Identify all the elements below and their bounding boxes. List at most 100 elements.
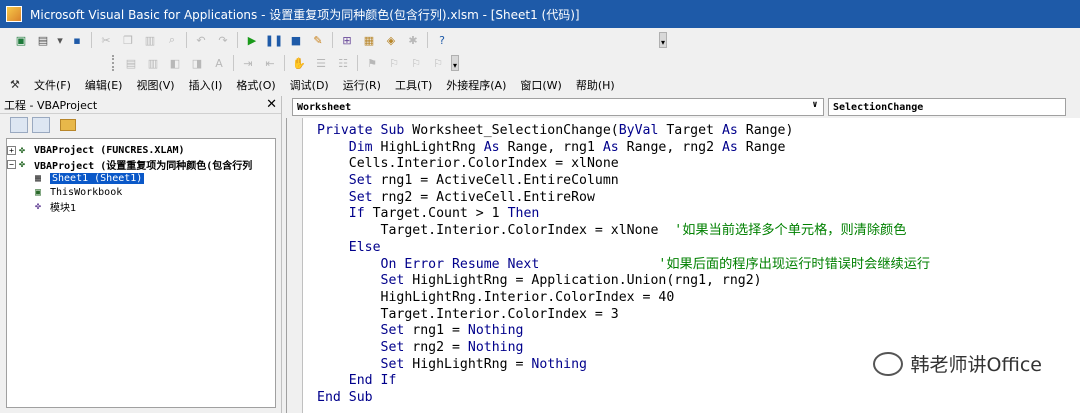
code-token: Range [737, 139, 786, 155]
break-icon[interactable]: ❚❚ [265, 31, 283, 49]
code-line[interactable]: Else [317, 240, 930, 257]
list-properties-icon[interactable]: ▤ [122, 54, 140, 72]
toolbar-overflow-icon[interactable]: ▾ [659, 32, 667, 48]
code-line[interactable]: Target.Interior.ColorIndex = 3 [317, 307, 930, 324]
workbook-icon: ▣ [35, 186, 42, 198]
project-explorer-toolbar [0, 114, 281, 136]
cut-icon[interactable]: ✂ [97, 31, 115, 49]
procedure-dropdown[interactable]: SelectionChange [828, 98, 1066, 116]
menu-edit[interactable]: 编辑(E) [85, 77, 123, 93]
tree-item-thisworkbook[interactable]: ▣ ThisWorkbook [7, 185, 275, 199]
toolbox-icon[interactable]: ✱ [404, 31, 422, 49]
code-line[interactable]: End If [317, 373, 930, 390]
project-explorer: 工程 - VBAProject ✕ + ✤ VBAProject (FUNCRE… [0, 96, 282, 413]
list-constants-icon[interactable]: ▥ [144, 54, 162, 72]
tree-item-module1[interactable]: ✤ 模块1 [7, 199, 275, 214]
wechat-icon [872, 351, 903, 376]
indent-icon[interactable]: ⇥ [239, 54, 257, 72]
code-token: Range) [737, 123, 794, 138]
undo-icon[interactable]: ↶ [192, 31, 210, 49]
design-mode-icon[interactable]: ✎ [309, 31, 327, 49]
menu-debug[interactable]: 调试(D) [290, 77, 329, 93]
code-line[interactable]: Set rng2 = ActiveCell.EntireRow [317, 190, 930, 207]
menu-insert[interactable]: 插入(I) [189, 77, 223, 93]
code-keyword: As [721, 139, 738, 155]
insert-icon[interactable]: ▤ [34, 31, 52, 49]
parameter-info-icon[interactable]: ◨ [188, 54, 206, 72]
clear-bookmarks-icon[interactable]: ⚐ [429, 54, 447, 72]
paste-icon[interactable]: ▥ [141, 31, 159, 49]
quick-info-icon[interactable]: ◧ [166, 54, 184, 72]
next-bookmark-icon[interactable]: ⚐ [385, 54, 403, 72]
menu-tools[interactable]: 工具(T) [395, 77, 432, 93]
tree-item-current-project[interactable]: − ✤ VBAProject (设置重复项为同种颜色(包含行列 [7, 157, 275, 171]
uncomment-block-icon[interactable]: ☷ [334, 54, 352, 72]
code-token: rng1 = [404, 323, 468, 339]
code-line[interactable]: Private Sub Worksheet_SelectionChange(By… [317, 123, 930, 140]
view-code-icon[interactable] [10, 117, 28, 133]
excel-icon[interactable]: ▣ [12, 31, 30, 49]
toggle-bookmark-icon[interactable]: ⚑ [363, 54, 381, 72]
menu-run[interactable]: 运行(R) [343, 77, 381, 93]
code-line[interactable]: If Target.Count > 1 Then [317, 206, 930, 223]
reset-icon[interactable]: ■ [287, 31, 305, 49]
code-keyword: On Error Resume Next [317, 256, 540, 272]
menu-help[interactable]: 帮助(H) [576, 77, 615, 93]
code-keyword: Set [317, 189, 373, 205]
menu-addins[interactable]: 外接程序(A) [446, 77, 506, 93]
menu-file[interactable]: 文件(F) [34, 77, 71, 93]
run-icon[interactable]: ▶ [243, 31, 261, 49]
dropdown-icon[interactable]: ▾ [56, 31, 64, 49]
help-icon[interactable]: ? [433, 31, 451, 49]
project-tree: + ✤ VBAProject (FUNCRES.XLAM) − ✤ VBAPro… [6, 138, 276, 408]
menu-window[interactable]: 窗口(W) [520, 77, 561, 93]
vbaproject-icon: ✤ [19, 144, 26, 156]
code-keyword: Set [317, 323, 405, 339]
code-line[interactable]: Set rng2 = Nothing [317, 340, 930, 357]
view-object-icon[interactable] [32, 117, 50, 133]
code-line[interactable]: HighLightRng.Interior.ColorIndex = 40 [317, 290, 930, 307]
tree-item-label: VBAProject (FUNCRES.XLAM) [34, 144, 185, 156]
code-token: Range, rng1 [499, 139, 603, 155]
code-line[interactable]: Target.Interior.ColorIndex = xlNone '如果当… [317, 223, 930, 240]
standard-toolbar: ▣ ▤ ▾ ▪ ✂ ❐ ▥ ⌕ ↶ ↷ ▶ ❚❚ ■ ✎ ⊞ ▦ ◈ ✱ ? ▾ [0, 28, 1080, 52]
toggle-folders-icon[interactable] [60, 119, 76, 131]
code-line[interactable]: On Error Resume Next '如果后面的程序出现运行时错误时会继续… [317, 256, 931, 274]
code-margin-indicator-bar[interactable] [287, 118, 303, 413]
code-line[interactable]: Set rng1 = Nothing [317, 323, 930, 340]
copy-icon[interactable]: ❐ [119, 31, 137, 49]
code-line[interactable]: Set rng1 = ActiveCell.EntireColumn [317, 173, 930, 190]
toolbar-overflow-icon[interactable]: ▾ [451, 55, 459, 71]
outdent-icon[interactable]: ⇤ [261, 54, 279, 72]
redo-icon[interactable]: ↷ [214, 31, 232, 49]
code-line[interactable]: Dim HighLightRng As Range, rng1 As Range… [317, 140, 930, 157]
comment-block-icon[interactable]: ☰ [312, 54, 330, 72]
complete-word-icon[interactable]: A [210, 54, 228, 72]
code-line[interactable]: Set HighLightRng = Application.Union(rng… [317, 273, 930, 290]
save-icon[interactable]: ▪ [68, 31, 86, 49]
toggle-breakpoint-icon[interactable]: ✋ [290, 54, 308, 72]
tree-item-sheet1[interactable]: ▦ Sheet1 (Sheet1) [7, 171, 275, 185]
object-dropdown[interactable]: Worksheet ∨ [292, 98, 824, 116]
code-line[interactable]: End Sub [317, 390, 930, 407]
project-explorer-icon[interactable]: ⊞ [338, 31, 356, 49]
menu-view[interactable]: 视图(V) [136, 77, 174, 93]
expand-icon[interactable]: + [7, 145, 16, 155]
code-keyword: As [483, 139, 500, 155]
toolbar-grip[interactable] [112, 55, 116, 71]
object-browser-icon[interactable]: ◈ [382, 31, 400, 49]
close-icon[interactable]: ✕ [266, 97, 277, 112]
code-text[interactable]: Private Sub Worksheet_SelectionChange(By… [317, 123, 930, 407]
chevron-down-icon[interactable]: ∨ [809, 100, 821, 114]
properties-icon[interactable]: ▦ [360, 31, 378, 49]
tree-item-funcres[interactable]: + ✤ VBAProject (FUNCRES.XLAM) [7, 143, 275, 157]
code-keyword: End If [317, 373, 397, 389]
code-line[interactable]: Set HighLightRng = Nothing [317, 357, 930, 374]
find-icon[interactable]: ⌕ [163, 31, 181, 49]
object-dropdown-value: Worksheet [297, 101, 352, 113]
previous-bookmark-icon[interactable]: ⚐ [407, 54, 425, 72]
code-line[interactable]: Cells.Interior.ColorIndex = xlNone [317, 156, 930, 173]
collapse-icon[interactable]: − [7, 159, 16, 169]
code-token: HighLightRng = Application.Union(rng1, r… [404, 273, 762, 289]
menu-format[interactable]: 格式(O) [236, 77, 275, 93]
